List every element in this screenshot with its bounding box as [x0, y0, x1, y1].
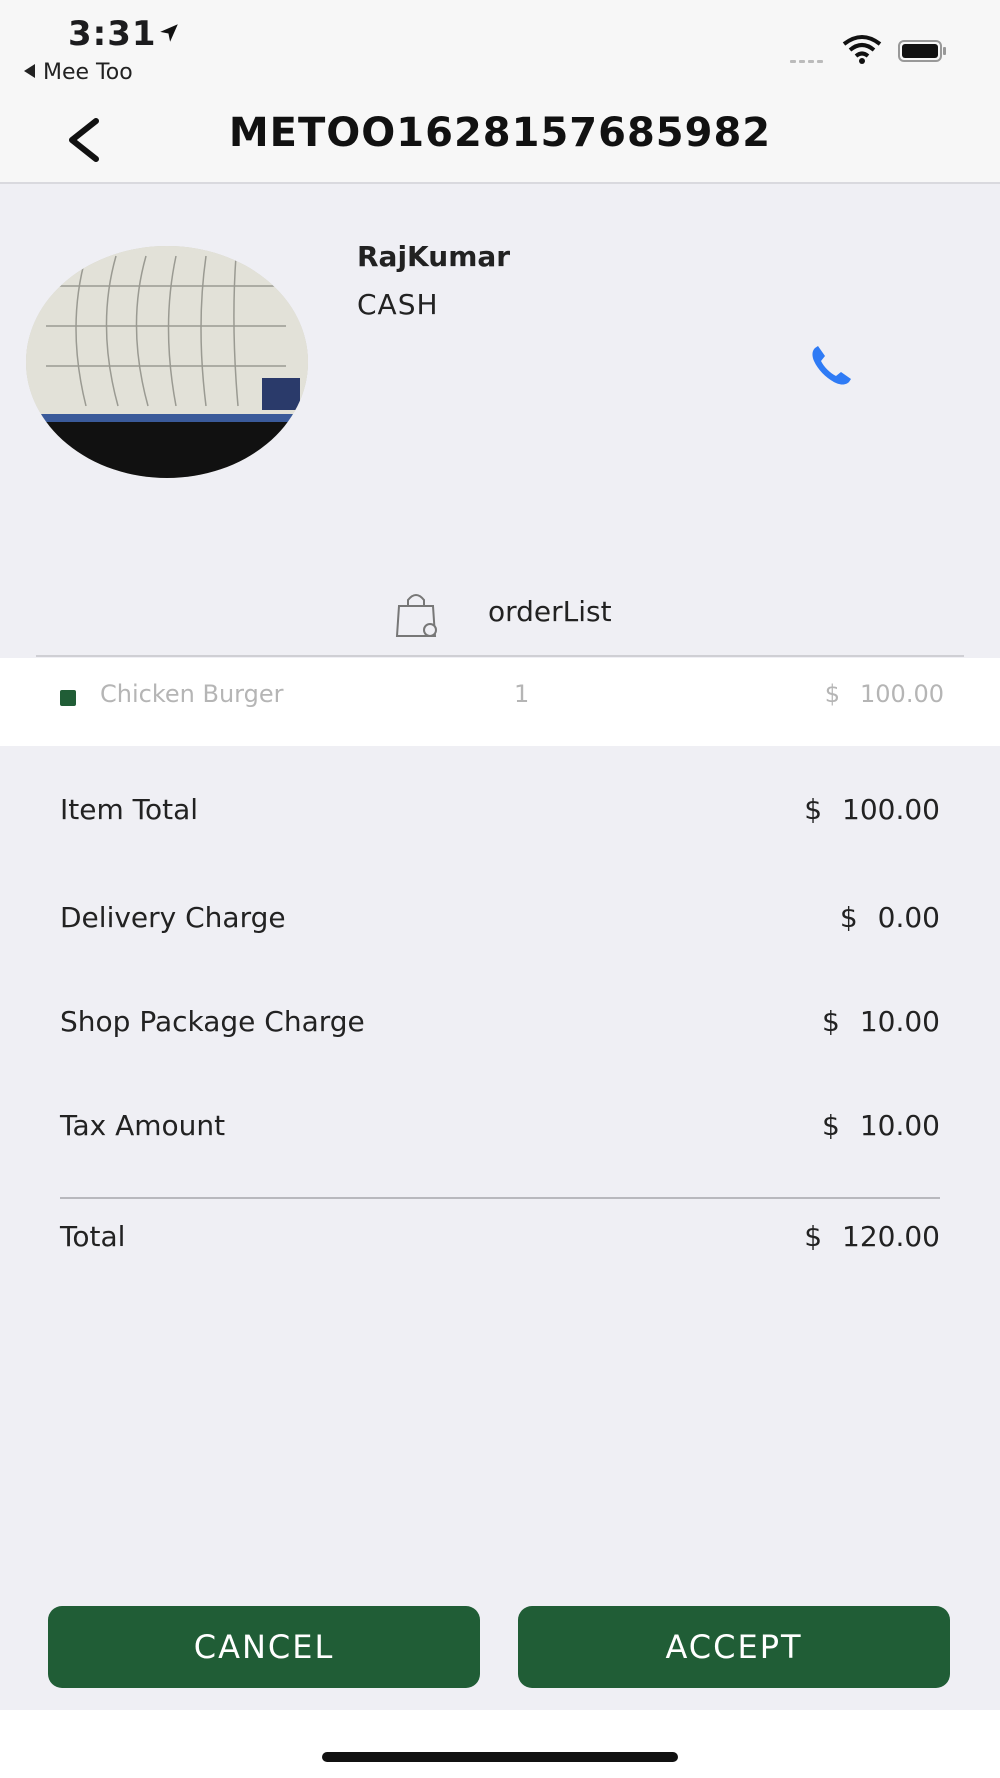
delivery-charge-label: Delivery Charge	[60, 901, 286, 934]
status-time: 3:31	[68, 14, 157, 54]
item-total-value: $100.00	[804, 793, 940, 826]
back-to-app-link[interactable]: Mee Too	[24, 60, 133, 85]
divider	[36, 655, 964, 657]
bottom-safe-area	[0, 1710, 1000, 1778]
tax-amount-value: $10.00	[822, 1109, 940, 1142]
item-price-value: 100.00	[860, 680, 944, 708]
total-divider	[60, 1197, 940, 1199]
home-indicator[interactable]	[322, 1752, 678, 1762]
cancel-button[interactable]: CANCEL	[48, 1606, 480, 1688]
currency-symbol: $	[804, 1220, 823, 1253]
back-triangle-icon	[24, 64, 35, 78]
veg-indicator-icon	[60, 690, 76, 706]
customer-avatar	[26, 246, 308, 478]
amount: 0.00	[877, 901, 940, 934]
order-list-label: orderList	[488, 595, 612, 628]
package-charge-label: Shop Package Charge	[60, 1005, 365, 1038]
item-currency: $	[824, 680, 841, 708]
wifi-icon	[842, 35, 882, 64]
payment-method: CASH	[357, 288, 439, 321]
package-charge-value: $10.00	[822, 1005, 940, 1038]
accept-button[interactable]: ACCEPT	[518, 1606, 950, 1688]
amount: 120.00	[842, 1220, 940, 1253]
location-arrow-icon	[160, 24, 178, 42]
cellular-signal-icon	[790, 48, 826, 67]
customer-name: RajKumar	[357, 240, 511, 273]
currency-symbol: $	[839, 901, 858, 934]
back-app-label: Mee Too	[43, 60, 133, 85]
currency-symbol: $	[822, 1005, 840, 1038]
phone-icon[interactable]	[805, 340, 857, 392]
amount: 10.00	[859, 1109, 940, 1142]
item-name: Chicken Burger	[100, 680, 284, 708]
shopping-bag-icon	[395, 594, 437, 637]
total-value: $120.00	[804, 1220, 940, 1253]
tax-amount-label: Tax Amount	[60, 1109, 226, 1142]
amount: 100.00	[842, 793, 940, 826]
item-quantity: 1	[514, 680, 530, 708]
total-label: Total	[60, 1220, 126, 1253]
item-total-label: Item Total	[60, 793, 199, 826]
amount: 10.00	[859, 1005, 940, 1038]
currency-symbol: $	[804, 793, 823, 826]
item-price: $100.00	[825, 680, 944, 708]
delivery-charge-value: $0.00	[840, 901, 940, 934]
order-id-title: METOO1628157685982	[228, 110, 772, 156]
battery-icon	[898, 40, 946, 62]
currency-symbol: $	[822, 1109, 840, 1142]
